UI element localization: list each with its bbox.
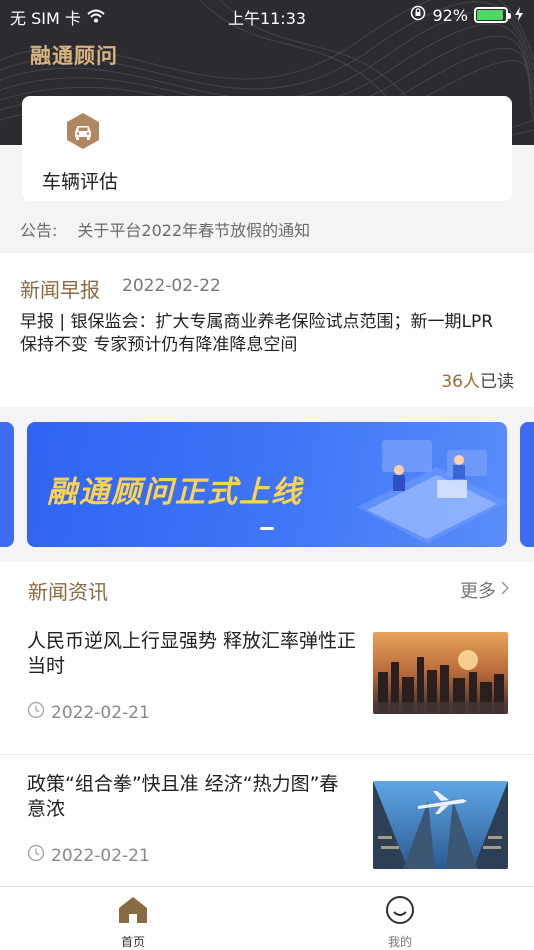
carousel-indicator <box>260 527 274 530</box>
news-item-date: 2022-02-21 <box>27 701 150 724</box>
tab-home[interactable]: 首页 <box>93 895 173 950</box>
more-label: 更多 <box>460 581 496 602</box>
news-item-date-text: 2022-02-21 <box>51 702 150 723</box>
battery-percent: 92% <box>432 5 468 25</box>
vehicle-assessment-label[interactable]: 车辆评估 <box>42 167 118 194</box>
service-card: 车辆评估 <box>22 96 512 201</box>
news-thumbnail[interactable] <box>373 632 508 714</box>
notice-bar[interactable]: 公告: 关于平台2022年春节放假的通知 <box>20 217 310 241</box>
clock-icon <box>27 844 45 867</box>
morning-news-body[interactable]: 早报 | 银保监会：扩大专属商业养老保险试点范围；新一期LPR保持不变 专家预计… <box>20 311 510 357</box>
battery-icon <box>474 7 511 23</box>
morning-news-date: 2022-02-22 <box>122 276 221 296</box>
status-bar: 无 SIM 卡 上午11:33 92% <box>0 0 534 30</box>
read-count-number: 36人 <box>441 372 480 392</box>
charging-icon <box>514 6 524 25</box>
clock-icon <box>27 701 45 724</box>
news-item-title[interactable]: 人民币逆风上行显强势 释放汇率弹性正当时 <box>27 629 357 679</box>
chevron-right-icon <box>500 580 510 601</box>
news-item-title[interactable]: 政策“组合拳”快且准 经济“热力图”春意浓 <box>27 772 357 822</box>
more-news-link[interactable]: 更多 <box>460 577 510 603</box>
car-icon[interactable] <box>65 112 101 150</box>
news-thumbnail[interactable] <box>373 781 508 869</box>
news-section: 新闻资讯 更多 人民币逆风上行显强势 释放汇率弹性正当时 2022-02-21 <box>0 562 534 886</box>
news-item-date-text: 2022-02-21 <box>51 845 150 866</box>
tab-home-label: 首页 <box>120 935 145 949</box>
news-section-title: 新闻资讯 <box>28 580 108 604</box>
notice-text[interactable]: 关于平台2022年春节放假的通知 <box>77 217 310 241</box>
read-count: 36人已读 <box>441 367 514 392</box>
app-title: 融通顾问 <box>30 44 118 68</box>
tab-mine[interactable]: 我的 <box>360 895 440 950</box>
morning-news-title: 新闻早报 <box>20 278 100 302</box>
news-item-date: 2022-02-21 <box>27 844 150 867</box>
news-list-item[interactable]: 人民币逆风上行显强势 释放汇率弹性正当时 2022-02-21 <box>0 612 534 752</box>
profile-smile-icon <box>384 896 416 929</box>
banner-prev-peek[interactable] <box>0 422 14 547</box>
banner-next-peek[interactable] <box>520 422 534 547</box>
read-count-suffix: 已读 <box>480 372 514 392</box>
banner[interactable]: 融通顾问正式上线 <box>27 422 507 547</box>
banner-text: 融通顾问正式上线 <box>47 475 303 510</box>
news-list-item[interactable]: 政策“组合拳”快且准 经济“热力图”春意浓 2022-02-21 <box>0 755 534 895</box>
orientation-lock-icon <box>410 5 426 25</box>
notice-label: 公告: <box>20 221 58 240</box>
home-icon <box>117 897 149 929</box>
tab-mine-label: 我的 <box>387 935 412 949</box>
morning-news-card[interactable]: 新闻早报 2022-02-22 早报 | 银保监会：扩大专属商业养老保险试点范围… <box>0 253 534 407</box>
tab-bar: 首页 我的 <box>0 886 534 950</box>
